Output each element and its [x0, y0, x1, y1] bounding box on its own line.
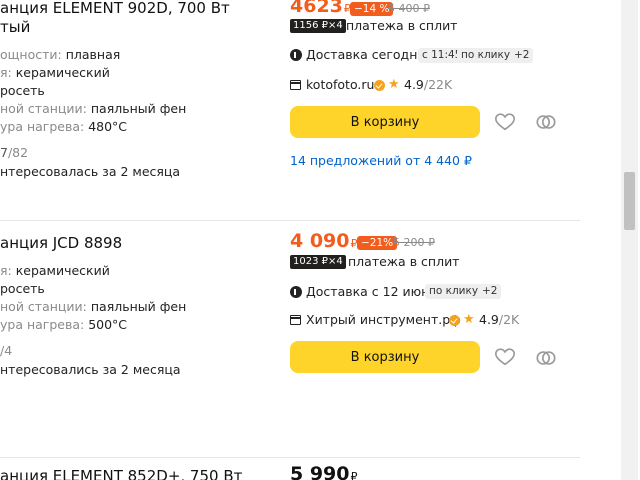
add-to-cart-button[interactable]: В корзину: [290, 341, 480, 373]
spec-row: ощности: плавная: [0, 47, 121, 62]
delivery-more-chip[interactable]: +2: [478, 284, 502, 299]
add-to-cart-button[interactable]: В корзину: [290, 106, 480, 138]
star-icon: ★: [388, 77, 400, 92]
product-price: 5 990₽: [290, 463, 358, 480]
discount-badge: −21%: [357, 236, 398, 250]
compare-icon[interactable]: [535, 111, 557, 133]
interest-text: нтересовались за 2 месяца: [0, 362, 181, 377]
discount-badge: −14 %: [350, 2, 394, 16]
split-payment-tag[interactable]: 1156 ₽×4: [290, 19, 346, 33]
spec-row: ной станции: паяльный фен: [0, 299, 187, 314]
delivery-click-chip[interactable]: по клику: [457, 48, 515, 63]
spec-row: росеть: [0, 281, 45, 296]
product-title[interactable]: анция ELEMENT 852D+, 750 Вт: [0, 466, 242, 480]
shop-name[interactable]: Хитрый инструмент.рф: [306, 312, 461, 328]
shop-rating[interactable]: 4.9/22K: [404, 77, 452, 93]
delivery-text: Доставка с 12 июня: [306, 284, 437, 299]
split-payment-text[interactable]: платежа в сплит: [346, 18, 457, 34]
product-divider: [0, 457, 580, 458]
compare-icon[interactable]: [535, 347, 557, 369]
spec-row: я: керамический: [0, 65, 110, 80]
verified-badge-icon: [374, 80, 385, 91]
product-title[interactable]: анция JCD 8898: [0, 233, 122, 253]
offers-link[interactable]: 14 предложений от 4 440 ₽: [290, 153, 472, 168]
delivery-icon: [290, 49, 302, 61]
star-icon: ★: [463, 312, 475, 327]
spec-row: ура нагрева: 480°C: [0, 119, 128, 134]
product-title[interactable]: анция ELEMENT 902D, 700 Вт: [0, 0, 230, 18]
old-price: 5 400 ₽: [388, 2, 430, 15]
favorite-heart-icon[interactable]: [494, 111, 516, 133]
product-divider: [0, 220, 580, 221]
spec-row: ура нагрева: 500°C: [0, 317, 128, 332]
scrollbar-thumb[interactable]: [624, 172, 635, 230]
shop-icon: [290, 80, 301, 90]
delivery-text: Доставка сегодня: [306, 47, 425, 62]
page-scrollbar[interactable]: [621, 0, 638, 480]
spec-row: я: керамический: [0, 263, 110, 278]
spec-row: росеть: [0, 83, 45, 98]
product-rating[interactable]: 7/82: [0, 145, 28, 160]
delivery-icon: [290, 286, 302, 298]
product-price: 4623₽: [290, 0, 351, 17]
product-price: 4 090₽: [290, 230, 358, 252]
product-title-line2[interactable]: тый: [0, 17, 30, 37]
old-price: 5 200 ₽: [393, 236, 435, 249]
split-payment-tag[interactable]: 1023 ₽×4: [290, 255, 346, 269]
shop-icon: [290, 315, 301, 325]
interest-text: нтересовалась за 2 месяца: [0, 164, 181, 179]
shop-rating[interactable]: 4.9/2K: [479, 312, 519, 328]
product-rating[interactable]: /4: [0, 343, 12, 358]
spec-row: ной станции: паяльный фен: [0, 101, 187, 116]
verified-badge-icon: [449, 315, 460, 326]
split-payment-text[interactable]: платежа в сплит: [348, 254, 459, 270]
delivery-more-chip[interactable]: +2: [510, 48, 534, 63]
shop-name[interactable]: kotofoto.ru: [306, 77, 374, 93]
favorite-heart-icon[interactable]: [494, 346, 516, 368]
delivery-click-chip[interactable]: по клику: [425, 284, 483, 299]
